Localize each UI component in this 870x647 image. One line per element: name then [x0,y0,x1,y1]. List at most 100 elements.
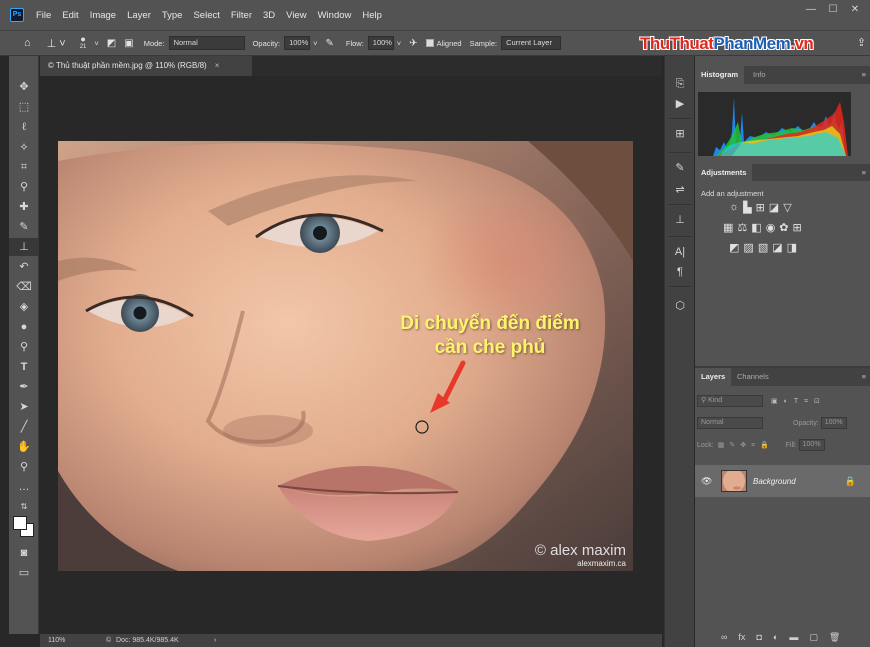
chevron-down-icon[interactable]: ˅ [313,39,317,48]
crop-tool-icon[interactable]: ⌗ [9,158,39,176]
panel-menu-icon[interactable]: ≡ [862,368,866,386]
posterize-icon[interactable]: ▨ [743,241,753,254]
menu-layer[interactable]: Layer [127,10,151,21]
clone-stamp-preset-icon[interactable]: ⊥ ˅ [47,37,66,50]
link-layers-icon[interactable]: ∞ [721,632,727,643]
levels-icon[interactable]: ▙ [743,201,751,214]
color-lookup-icon[interactable]: ⊞ [793,221,802,234]
clone-stamp-tool-icon[interactable]: ⊥ [9,238,39,256]
menu-window[interactable]: Window [318,10,352,21]
gradient-map-icon[interactable]: ◨ [787,241,797,254]
menu-view[interactable]: View [286,10,306,21]
close-document-icon[interactable]: × [215,61,220,70]
flow-input[interactable]: 100% [367,36,394,50]
clone-source-icon[interactable]: ▣ [124,38,133,49]
mode-select[interactable]: Normal [168,36,245,50]
clone-source-panel-icon[interactable]: ⊥ [665,210,695,230]
tab-histogram[interactable]: Histogram [695,66,745,84]
chevron-down-icon[interactable]: ˅ [397,39,401,48]
properties-panel-icon[interactable]: ⊞ [665,124,695,144]
aligned-checkbox[interactable]: Aligned [425,39,462,48]
share-icon[interactable]: ⇪ [857,36,866,49]
exposure-icon[interactable]: ◪ [769,201,779,214]
chevron-down-icon[interactable]: ˅ [94,39,98,48]
pen-tool-icon[interactable]: ✒ [9,378,39,396]
screen-mode-icon[interactable]: ▭ [9,564,39,582]
history-brush-tool-icon[interactable]: ↶ [9,258,39,276]
move-tool-icon[interactable]: ✥ [9,78,39,96]
brush-tool-icon[interactable]: ✎ [9,218,39,236]
vibrance-icon[interactable]: ▽ [783,201,791,214]
menu-help[interactable]: Help [362,10,382,21]
brightness-contrast-icon[interactable]: ☼ [729,201,739,214]
more-tools-icon[interactable]: … [9,478,39,496]
blur-tool-icon[interactable]: ● [9,318,39,336]
tab-info[interactable]: Info [747,66,772,84]
lasso-tool-icon[interactable]: ℓ [9,118,39,136]
quick-mask-icon[interactable]: ◙ [9,544,39,562]
quick-select-tool-icon[interactable]: ⟡ [9,138,39,156]
paint-bucket-tool-icon[interactable]: ◈ [9,298,39,316]
status-menu-arrow[interactable]: › [214,634,216,647]
threshold-icon[interactable]: ▧ [758,241,768,254]
layer-background[interactable]: 👁 Background 🔒 [695,465,870,497]
brushes-panel-icon[interactable]: ✎ [665,158,695,178]
new-adjustment-icon[interactable]: ◐ [773,632,778,643]
photo-filter-icon[interactable]: ◉ [766,221,776,234]
foreground-color-swatch[interactable] [13,516,27,530]
document-tab[interactable]: © Thủ thuật phần mềm.jpg @ 110% (RGB/8) × [40,56,252,76]
tab-channels[interactable]: Channels [731,368,775,386]
menu-3d[interactable]: 3D [263,10,275,21]
menu-select[interactable]: Select [193,10,219,21]
close-window-button[interactable]: ✕ [844,3,866,19]
3d-panel-icon[interactable]: ⬡ [665,296,695,316]
menu-file[interactable]: File [36,10,51,21]
swap-colors-icon[interactable]: ⇅ [9,498,39,516]
brush-settings-icon[interactable]: ◩ [107,38,116,49]
invert-icon[interactable]: ◩ [729,241,739,254]
brush-settings-panel-icon[interactable]: ⇌ [665,180,695,200]
marquee-tool-icon[interactable]: ⬚ [9,98,39,116]
menu-edit[interactable]: Edit [62,10,78,21]
menu-filter[interactable]: Filter [231,10,252,21]
opacity-input[interactable]: 100% [284,36,311,50]
panel-menu-icon[interactable]: ≡ [862,66,866,84]
color-balance-icon[interactable]: ⚖ [737,221,747,234]
tab-layers[interactable]: Layers [695,368,732,386]
eye-icon[interactable]: 👁 [701,476,715,487]
fill-input[interactable]: 100% [798,439,825,451]
channel-mixer-icon[interactable]: ✿ [779,221,788,234]
blend-mode-select[interactable]: Normal [697,417,763,429]
brush-preset-picker[interactable]: ● 21 [80,35,87,51]
color-swatches[interactable] [13,516,35,538]
pressure-opacity-icon[interactable]: ✎ [325,38,333,49]
line-tool-icon[interactable]: ╱ [9,418,39,436]
hand-tool-icon[interactable]: ✋ [9,438,39,456]
healing-brush-tool-icon[interactable]: ✚ [9,198,39,216]
path-selection-tool-icon[interactable]: ➤ [9,398,39,416]
delete-layer-icon[interactable]: 🗑 [829,632,840,643]
hue-saturation-icon[interactable]: ▦ [723,221,733,234]
lock-icons[interactable]: ▦✎✥⌗🔒 [718,441,774,450]
character-panel-icon[interactable]: A| [665,242,695,262]
eyedropper-tool-icon[interactable]: ⚲ [9,178,39,196]
curves-icon[interactable]: ⊞ [756,201,765,214]
zoom-level[interactable]: 110% [48,634,65,647]
zoom-tool-icon[interactable]: ⚲ [9,458,39,476]
tab-adjustments[interactable]: Adjustments [695,164,753,182]
menu-image[interactable]: Image [90,10,116,21]
panel-menu-icon[interactable]: ≡ [862,164,866,182]
menu-type[interactable]: Type [162,10,183,21]
maximize-button[interactable]: ☐ [822,3,844,19]
new-layer-icon[interactable]: ▢ [809,632,818,643]
new-group-icon[interactable]: ▬ [789,632,798,643]
layer-filter-icons[interactable]: ▣◐T⌗⊡ [771,397,826,406]
airbrush-icon[interactable]: ✈ [409,38,417,49]
fx-icon[interactable]: fx [738,632,745,643]
dodge-tool-icon[interactable]: ⚲ [9,338,39,356]
black-white-icon[interactable]: ◧ [751,221,761,234]
sample-select[interactable]: Current Layer [501,36,562,50]
layer-opacity-input[interactable]: 100% [820,417,847,429]
home-icon[interactable]: ⌂ [24,37,31,49]
actions-panel-icon[interactable]: ▶ [665,94,695,114]
